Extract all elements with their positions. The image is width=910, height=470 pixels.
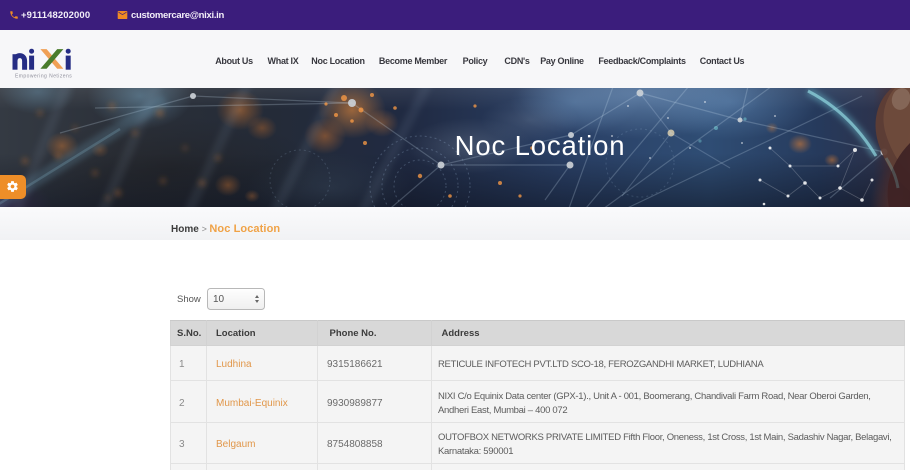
svg-text:Empowering Netizens: Empowering Netizens [15, 74, 72, 80]
